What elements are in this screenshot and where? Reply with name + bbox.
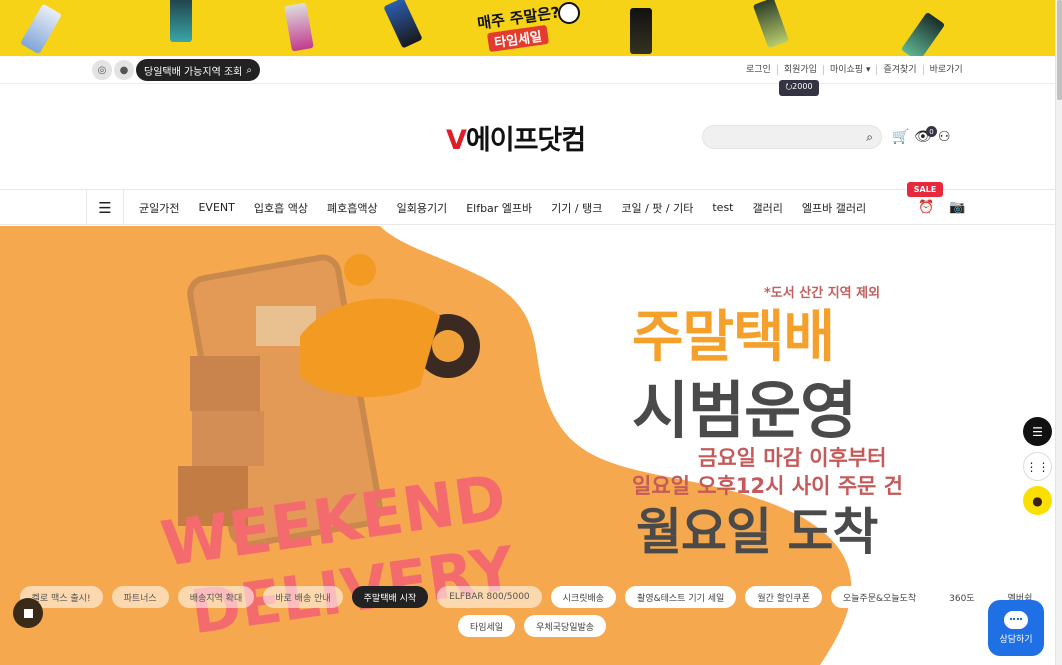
- chat-bubble-icon: [1004, 611, 1028, 629]
- camera-icon[interactable]: 📷: [949, 200, 965, 215]
- nav-item[interactable]: 갤러리: [752, 200, 782, 216]
- hero-sub-1: 금요일 마감 이후부터: [698, 446, 887, 470]
- cart-icon[interactable]: 🛒: [892, 129, 909, 145]
- shortcut-link[interactable]: 바로가기: [924, 65, 969, 75]
- search-icon: ⌕: [246, 64, 252, 76]
- product-image: [19, 3, 63, 55]
- view-count-badge: 0: [926, 126, 937, 137]
- banner-chip[interactable]: ELFBAR 800/5000: [437, 586, 542, 608]
- banner-pager-chips: 켈로 맥스 출시! 파트너스 배송지역 확대 바로 배송 안내 주말택배 시작 …: [17, 586, 1047, 637]
- util-links: 로그인 회원가입 마이쇼핑 ▾ 즐겨찾기 바로가기: [740, 56, 969, 84]
- banner-chip[interactable]: 시크릿배송: [550, 586, 617, 608]
- instagram-icon[interactable]: ◎: [92, 60, 112, 80]
- login-link[interactable]: 로그인: [740, 65, 778, 75]
- page-scrollbar[interactable]: [1055, 0, 1062, 665]
- kakaotalk-icon[interactable]: ●: [114, 60, 134, 80]
- header: V에이프닷컴 ⌕ 🛒 👁 0 ⚇: [0, 84, 1062, 190]
- banner-chip[interactable]: 오늘주문&오늘도착: [830, 586, 929, 608]
- nav-item[interactable]: 입호흡 액상: [254, 200, 308, 216]
- product-image: [284, 2, 314, 52]
- banner-chip[interactable]: 배송지역 확대: [177, 586, 255, 608]
- banner-chip[interactable]: 타임세일: [457, 615, 516, 637]
- today-delivery-label: 당일택배 가능지역 조회: [144, 66, 243, 78]
- banner-chip[interactable]: 360도: [937, 586, 987, 608]
- nav-items: 균일가전 EVENT 입호흡 액상 폐호흡액상 일회용기기 Elfbar 엘프바…: [139, 190, 885, 225]
- grid-menu-icon[interactable]: ⋮⋮: [1023, 452, 1052, 481]
- product-image: [383, 0, 423, 49]
- user-icon[interactable]: ⚇: [938, 129, 951, 145]
- nav-item[interactable]: 코일 / 팟 / 기타: [621, 200, 693, 216]
- nav-item[interactable]: EVENT: [198, 201, 234, 214]
- utility-bar: ◎ ● 당일택배 가능지역 조회 ⌕ 로그인 회원가입 마이쇼핑 ▾ 즐겨찾기 …: [0, 56, 1062, 84]
- slider-stop-button[interactable]: [13, 598, 43, 628]
- banner-chip[interactable]: 촬영&테스트 기기 세일: [625, 586, 737, 608]
- alarm-clock-icon[interactable]: ⏰: [918, 200, 934, 215]
- consult-button[interactable]: 상담하기: [988, 600, 1044, 656]
- site-logo[interactable]: V에이프닷컴: [446, 118, 586, 157]
- myshopping-link[interactable]: 마이쇼핑 ▾: [824, 65, 878, 75]
- banner-chip[interactable]: 우체국당일발송: [524, 615, 607, 637]
- hero-title-2: 시범운영: [632, 374, 857, 447]
- logo-v: V: [446, 125, 467, 156]
- nav-item[interactable]: 균일가전: [139, 200, 179, 216]
- top-promo-banner[interactable]: 매주 주말은? 타임세일: [0, 0, 1062, 56]
- sale-badge: SALE: [907, 182, 943, 197]
- hero-sub-3: 월요일 도착: [636, 503, 878, 561]
- menu-icon[interactable]: ☰: [86, 190, 124, 225]
- nav-item[interactable]: 엘프바 갤러리: [802, 200, 866, 216]
- product-image: [170, 0, 192, 42]
- search-input[interactable]: ⌕: [702, 125, 882, 149]
- nav-item[interactable]: 기기 / 탱크: [551, 200, 602, 216]
- list-menu-icon[interactable]: ☰: [1023, 417, 1052, 446]
- banner-chip[interactable]: 파트너스: [111, 586, 169, 608]
- product-image: [630, 8, 652, 54]
- banner-chip-active[interactable]: 주말택배 시작: [351, 586, 429, 608]
- banner-chip[interactable]: 월간 할인쿠폰: [745, 586, 822, 608]
- signup-link[interactable]: 회원가입: [778, 65, 824, 75]
- stop-icon: [23, 608, 33, 618]
- today-delivery-area-button[interactable]: 당일택배 가능지역 조회 ⌕: [136, 59, 260, 81]
- product-image: [752, 0, 790, 49]
- product-image: [900, 11, 946, 56]
- bookmark-link[interactable]: 즐겨찾기: [877, 65, 924, 75]
- search-icon[interactable]: ⌕: [866, 130, 873, 145]
- scrollbar-thumb[interactable]: [1057, 0, 1062, 100]
- banner-chip[interactable]: 바로 배송 안내: [263, 586, 343, 608]
- nav-item[interactable]: 폐호흡액상: [327, 200, 378, 216]
- kakao-chat-icon[interactable]: ●: [1023, 486, 1052, 515]
- nav-item[interactable]: test: [712, 201, 733, 214]
- nav-item[interactable]: Elfbar 엘프바: [466, 200, 532, 216]
- consult-label: 상담하기: [999, 635, 1033, 645]
- point-badge: ⭮2000: [779, 80, 819, 96]
- main-nav: ☰ 균일가전 EVENT 입호흡 액상 폐호흡액상 일회용기기 Elfbar 엘…: [0, 190, 1062, 225]
- nav-item[interactable]: 일회용기기: [397, 200, 448, 216]
- banner-headline: 매주 주말은? 타임세일: [460, 3, 576, 52]
- logo-text: 에이프닷컴: [465, 125, 586, 156]
